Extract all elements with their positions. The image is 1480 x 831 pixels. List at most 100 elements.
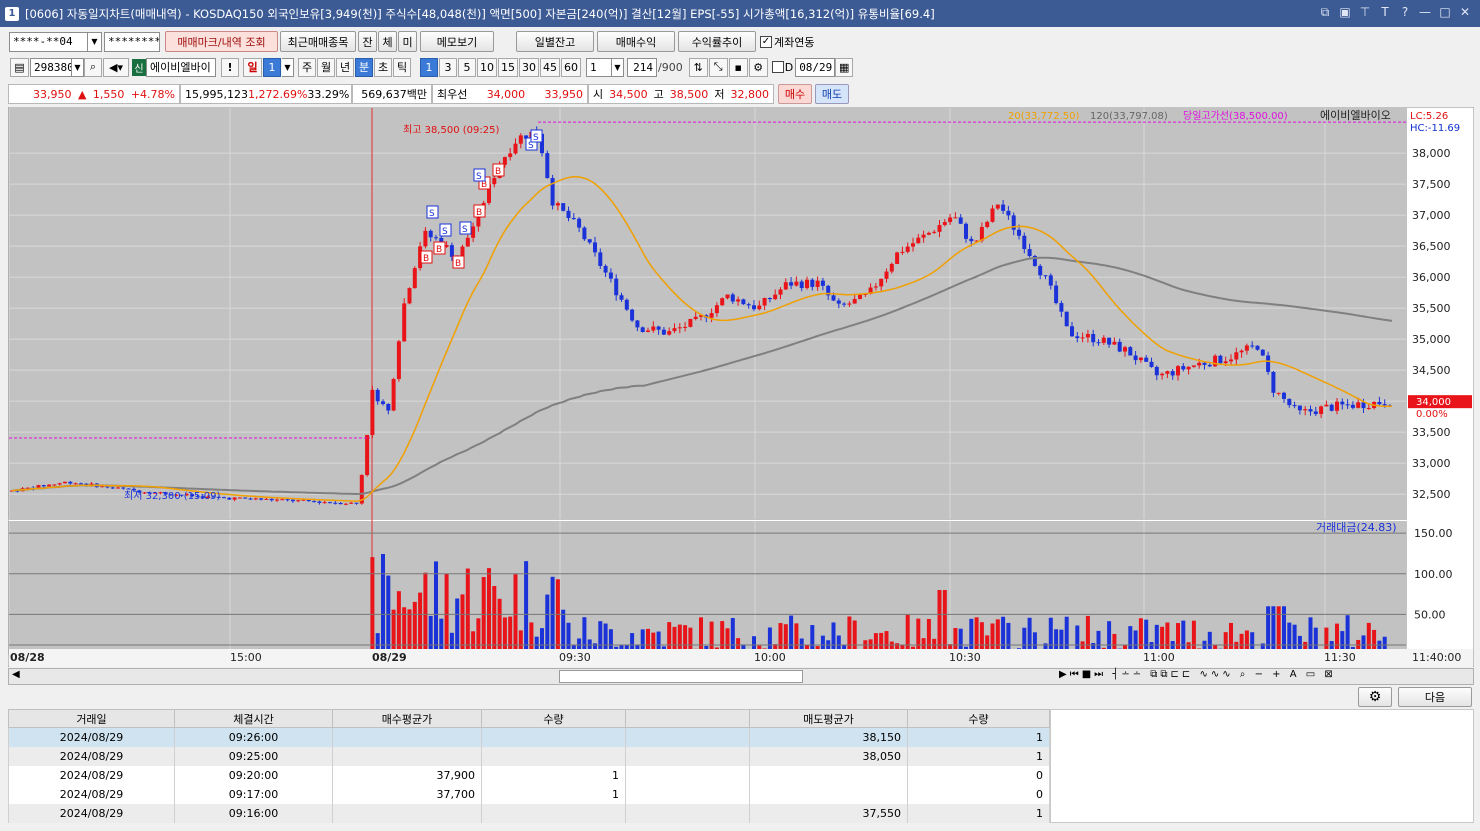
candle (831, 295, 836, 301)
candle (423, 230, 428, 247)
minimize-icon[interactable]: — (1418, 5, 1432, 20)
table-row[interactable]: 2024/08/29 09:26:00 38,150 1 (8, 727, 1050, 747)
chart-scrollbar[interactable]: ◀ ▶⏮■⏭ ┤∸∸ ⧉⧉⊏⊏ ∿∿∿ ⌕ − + A ▭ ⊠ (8, 668, 1474, 685)
candle (381, 401, 385, 405)
candle (767, 298, 772, 300)
recent-trades-button[interactable]: 최근매매종목 (280, 31, 356, 52)
interval-5[interactable]: 5 (458, 57, 476, 77)
sell-button[interactable]: 매도 (815, 84, 849, 104)
volume-bar (481, 577, 486, 655)
draw-icon[interactable]: ⤡ (708, 57, 728, 77)
return-trend-button[interactable]: 수익률추이 (678, 31, 756, 52)
table-row[interactable]: 2024/08/29 09:25:00 38,050 1 (8, 746, 1050, 766)
alert-icon[interactable]: ! (221, 57, 239, 77)
font-icon[interactable]: T (1378, 5, 1392, 20)
trade-profit-button[interactable]: 매매수익 (597, 31, 675, 52)
help-icon[interactable]: ? (1398, 5, 1412, 20)
interval-45[interactable]: 45 (540, 57, 560, 77)
period-day[interactable]: 일 (243, 57, 262, 77)
table-row[interactable]: 2024/08/29 09:16:00 37,550 1 (8, 803, 1050, 823)
interval-input[interactable]: 1 (586, 57, 612, 77)
scroll-left-icon[interactable]: ◀ (12, 669, 20, 680)
candle (1345, 404, 1350, 406)
compare-icon[interactable]: ⇅ (688, 57, 708, 77)
candle (1027, 249, 1032, 257)
candle (948, 217, 953, 223)
account-dropdown[interactable]: ▼ (88, 31, 102, 52)
interval-60[interactable]: 60 (561, 57, 581, 77)
candle-chart[interactable]: 38,000 37,500 37,000 36,500 36,000 35,500 35,0… (7, 106, 1475, 668)
interval-30[interactable]: 30 (519, 57, 539, 77)
candle (789, 282, 794, 286)
candle (1112, 341, 1117, 345)
daily-balance-button[interactable]: 일별잔고 (516, 31, 594, 52)
password-input[interactable]: ********* (104, 31, 160, 52)
date-input[interactable]: 08/29 (795, 57, 836, 77)
balance-toggle[interactable]: 잔 (358, 31, 377, 52)
account-input[interactable]: ****-**04 (9, 31, 88, 52)
period-number[interactable]: 1 (263, 57, 281, 77)
memo-button[interactable]: 메모보기 (420, 31, 494, 52)
candle (709, 313, 714, 318)
table-cell: 37,550 (749, 803, 908, 823)
open-label: 시 (593, 88, 604, 101)
code-input[interactable]: 298380 (30, 57, 72, 77)
link-icon[interactable]: ⧉ (1318, 5, 1332, 20)
interval-3[interactable]: 3 (439, 57, 457, 77)
table-cell: 1 (907, 746, 1050, 766)
table-row[interactable]: 2024/08/29 09:20:00 37,900 1 0 (8, 765, 1050, 785)
candle (471, 226, 476, 238)
code-dropdown[interactable]: ▼ (72, 57, 84, 77)
candle (1070, 326, 1074, 337)
pin-icon[interactable]: ⊤ (1358, 5, 1372, 20)
interval-1[interactable]: 1 (420, 57, 438, 77)
candle (693, 316, 698, 319)
scroll-thumb[interactable] (559, 670, 803, 683)
candle (391, 379, 396, 411)
save-icon[interactable]: ▪ (728, 57, 748, 77)
chart-area[interactable]: 38,000 37,500 37,000 36,500 36,000 35,500 35,0… (7, 106, 1475, 668)
period-second[interactable]: 초 (374, 57, 392, 77)
settings-gear-button[interactable]: ⚙ (1358, 687, 1392, 707)
x-tick-label: 08/29 (372, 651, 407, 664)
period-dropdown[interactable]: ▼ (282, 57, 294, 77)
period-year[interactable]: 년 (336, 57, 354, 77)
close-icon[interactable]: ✕ (1458, 5, 1472, 20)
maximize-icon[interactable]: □ (1438, 5, 1452, 20)
sound-icon[interactable]: ◀▾ (103, 57, 129, 77)
calendar-icon[interactable]: ▦ (835, 57, 854, 77)
period-month[interactable]: 월 (317, 57, 335, 77)
count-input[interactable]: 214 (627, 57, 657, 77)
candle (328, 502, 332, 504)
buy-button[interactable]: 매수 (778, 84, 812, 104)
period-tick[interactable]: 틱 (393, 57, 411, 77)
table-row[interactable]: 2024/08/29 09:17:00 37,700 1 0 (8, 784, 1050, 804)
search-icon[interactable]: ⌕ (84, 57, 102, 77)
trade-mark-button[interactable]: 매매마크/내역 조회 (165, 31, 278, 52)
next-button[interactable]: 다음 (1398, 687, 1472, 707)
settings-icon[interactable]: ⚙ (748, 57, 768, 77)
candle (1186, 366, 1191, 370)
interval-10[interactable]: 10 (477, 57, 497, 77)
candle (1043, 275, 1048, 277)
chart-type-icon[interactable]: ▤ (10, 57, 29, 77)
period-minute[interactable]: 분 (355, 57, 373, 77)
period-week[interactable]: 주 (298, 57, 316, 77)
unfilled-toggle[interactable]: 미 (398, 31, 417, 52)
copy-icon[interactable]: ▣ (1338, 5, 1352, 20)
linked-checkbox[interactable]: ✓ (760, 35, 772, 48)
low-label: 저 (714, 88, 725, 101)
interval-dropdown[interactable]: ▼ (612, 57, 624, 77)
scroll-nav-icons[interactable]: ▶⏮■⏭ ┤∸∸ ⧉⧉⊏⊏ ∿∿∿ ⌕ − + A ▭ ⊠ (1059, 669, 1336, 680)
candle (964, 223, 968, 239)
candle (222, 497, 226, 499)
interval-15[interactable]: 15 (498, 57, 518, 77)
filled-toggle[interactable]: 체 (378, 31, 397, 52)
price-pane (9, 108, 1407, 520)
stock-name[interactable]: 에이비엘바이 (146, 57, 216, 77)
date-checkbox[interactable] (771, 61, 784, 73)
candle (513, 143, 518, 154)
candle (1017, 229, 1021, 236)
volume-box: 15,995,123 1,272.69% 33.29% (180, 84, 352, 104)
candle (1054, 285, 1059, 304)
